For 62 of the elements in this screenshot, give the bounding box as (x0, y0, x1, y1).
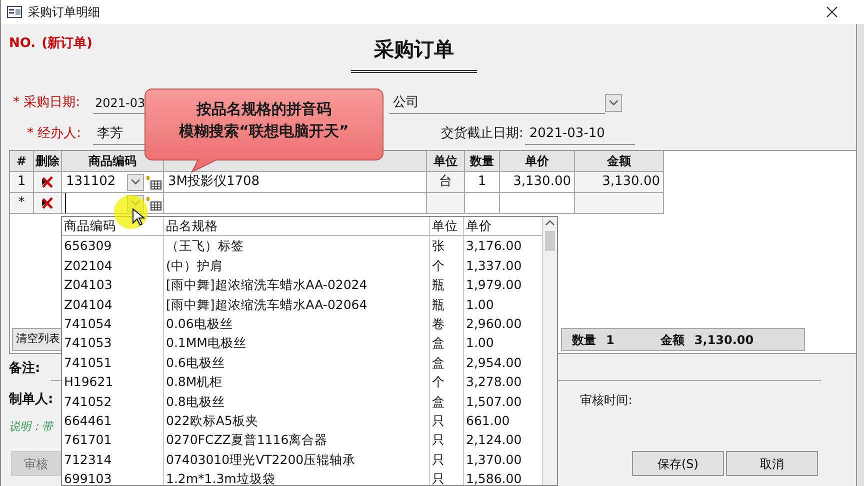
field-label: 交货截止日期: (441, 125, 524, 144)
row-marker: * (10, 193, 34, 214)
totals-value: 3,130.00 (694, 332, 754, 348)
list-item[interactable]: 741054 0.06电极丝 卷 2,960.00 (62, 314, 542, 334)
field-label: 制单人: (9, 391, 54, 410)
supplier-field[interactable]: 公司 (389, 92, 605, 114)
list-header: 品名规格 (164, 217, 430, 236)
list-header: 单价 (465, 217, 493, 235)
list-item[interactable]: 741053 0.1MM电极丝 盒 1.00 (62, 333, 542, 353)
action-button[interactable]: 保存(S) (632, 451, 724, 476)
column-header: 单价 (500, 151, 575, 172)
list-item[interactable]: Z02104 (中）护肩 个 1,337.00 (62, 256, 542, 276)
column-header: 金额 (575, 151, 664, 172)
callout-text: 模糊搜索“联想电脑开天” (178, 121, 350, 142)
list-item[interactable]: 656309 （王飞）标签 张 3,176.00 (62, 236, 542, 256)
caret-icon (609, 100, 618, 106)
table-cell: 3,130.00 (575, 172, 664, 193)
window-title: 采购订单明细 (28, 4, 100, 21)
callout-text: 按品名规格的拼音码 (195, 99, 332, 120)
table-builder-icon[interactable] (146, 174, 162, 190)
column-header: # (10, 151, 34, 172)
column-header: 商品编码 (62, 151, 164, 172)
column-header: 删除 (34, 151, 62, 172)
list-item[interactable]: Z04104 [雨中舞]超浓缩洗车蜡水AA-02064 瓶 1.00 (62, 294, 542, 314)
dropdown-button[interactable] (127, 174, 144, 190)
column-header: 数量 (465, 151, 500, 172)
table-cell: 台 (427, 172, 465, 193)
close-icon[interactable] (826, 6, 838, 18)
table-cell: 3M投影仪1708 (164, 172, 427, 193)
column-header: 单位 (427, 151, 465, 172)
list-item[interactable]: 741052 0.8电极丝 盒 1,507.00 (62, 392, 542, 411)
field-label: 审核时间: (580, 392, 632, 409)
list-item[interactable]: 664461 022欧标A5板夹 只 661.00 (62, 410, 542, 430)
list-item[interactable]: 699103 1.2m*1.3m垃圾袋 只 1,586.00 (62, 469, 542, 485)
field-label: 备注: (9, 360, 40, 378)
totals-label: 金额 (660, 332, 684, 348)
deadline-field[interactable]: 2021-03-10 (525, 123, 636, 145)
order-number-label: NO. (9, 35, 36, 53)
action-button[interactable]: 取消 (726, 451, 818, 476)
list-header: 单位 (430, 217, 464, 236)
list-item[interactable]: 761701 0270FCZZ夏普1116离合器 只 2,124.00 (62, 430, 542, 450)
list-item[interactable]: Z04103 [雨中舞]超浓缩洗车蜡水AA-02024 瓶 1,979.00 (62, 275, 542, 295)
totals-value: 1 (606, 332, 614, 348)
form-icon (7, 5, 22, 19)
clear-list-button[interactable]: 清空列表 (12, 328, 64, 351)
field-label: * 经办人: (27, 125, 82, 144)
table-cell: 3,130.00 (500, 172, 575, 193)
dropdown-button[interactable] (605, 94, 622, 112)
note-text: 说明：带 (9, 419, 53, 435)
caret-icon (131, 179, 140, 185)
delete-icon[interactable] (41, 196, 54, 210)
list-item[interactable]: 712314 07403010理光VT2200压辊轴承 只 1,370.00 (62, 450, 542, 470)
delete-icon[interactable] (41, 175, 54, 189)
row-marker: 1 (10, 172, 34, 193)
table-cell: 1 (465, 172, 500, 193)
totals-label: 数量 (572, 332, 596, 348)
field-label: * 采购日期: (13, 94, 82, 112)
list-item[interactable]: H19621 0.8M机柜 个 3,278.00 (62, 372, 542, 392)
order-number-value: (新订单) (42, 34, 92, 53)
form-heading: 采购订单 (351, 34, 477, 73)
scrollbar-thumb[interactable] (545, 231, 555, 251)
list-item[interactable]: 741051 0.6电极丝 盒 2,954.00 (62, 352, 542, 372)
